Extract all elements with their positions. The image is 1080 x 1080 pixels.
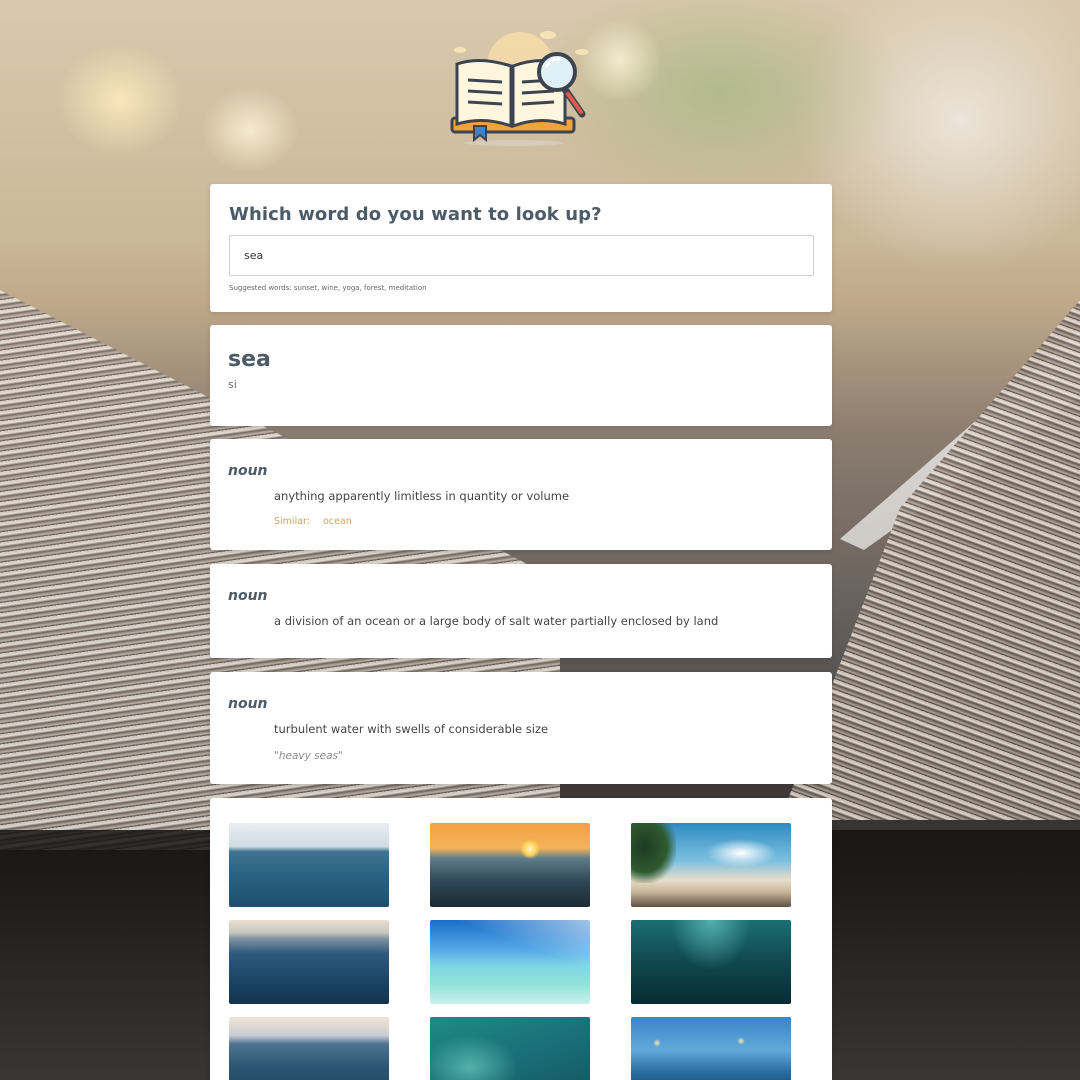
meaning-card: noun turbulent water with swells of cons… <box>210 672 832 784</box>
search-heading: Which word do you want to look up? <box>229 204 602 225</box>
word-card: sea si <box>210 325 832 426</box>
photo-rolling-waves[interactable] <box>229 1017 389 1080</box>
part-of-speech: noun <box>228 588 268 604</box>
definition-text: anything apparently limitless in quantit… <box>274 489 570 503</box>
photo-deep-blue-waves[interactable] <box>229 920 389 1004</box>
meaning-card: noun anything apparently limitless in qu… <box>210 439 832 550</box>
word-title: sea <box>228 347 271 372</box>
definition-text: a division of an ocean or a large body o… <box>274 614 719 628</box>
search-card: Which word do you want to look up? Sugge… <box>210 184 832 312</box>
search-input[interactable] <box>229 235 814 276</box>
photo-tropical-beach[interactable] <box>631 823 791 907</box>
word-phonetic: si <box>228 378 237 391</box>
photo-turquoise-shallow-sea[interactable] <box>430 920 590 1004</box>
photos-card <box>210 798 832 1080</box>
meaning-card: noun a division of an ocean or a large b… <box>210 564 832 658</box>
photo-grid <box>229 823 813 1080</box>
photo-aerial-teal-water[interactable] <box>430 1017 590 1080</box>
photo-sunset-over-waves[interactable] <box>430 823 590 907</box>
suggested-words: Suggested words: sunset, wine, yoga, for… <box>229 284 427 292</box>
part-of-speech: noun <box>228 696 268 712</box>
example-text: "heavy seas" <box>274 750 343 762</box>
similar-word-link[interactable]: ocean <box>323 516 352 527</box>
similar-words: Similar: ocean <box>274 516 814 527</box>
photo-pier-at-dusk[interactable] <box>631 1017 791 1080</box>
definition-text: turbulent water with swells of considera… <box>274 722 549 736</box>
dictionary-logo-icon <box>440 30 600 150</box>
photo-underwater-light[interactable] <box>631 920 791 1004</box>
part-of-speech: noun <box>228 463 268 479</box>
photo-open-sea-horizon[interactable] <box>229 823 389 907</box>
similar-label: Similar: <box>274 516 310 527</box>
